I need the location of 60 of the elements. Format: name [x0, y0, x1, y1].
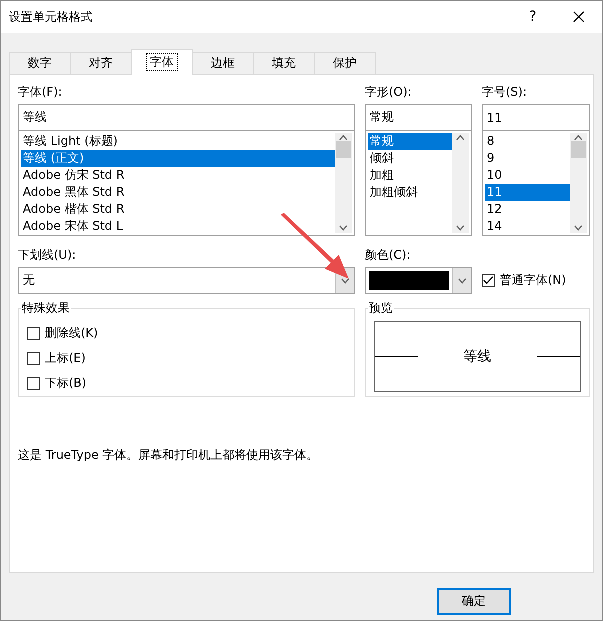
scroll-up-icon[interactable] [456, 135, 465, 141]
scrollbar[interactable] [335, 133, 352, 233]
list-item[interactable]: 加粗倾斜 [368, 184, 452, 201]
color-dropdown[interactable] [365, 267, 472, 294]
checkbox[interactable] [27, 377, 40, 390]
checkbox[interactable] [27, 327, 40, 340]
list-item[interactable]: 11 [485, 184, 570, 201]
list-item[interactable]: 倾斜 [368, 150, 452, 167]
list-item[interactable]: 加粗 [368, 167, 452, 184]
chevron-down-icon[interactable] [340, 278, 350, 284]
list-item[interactable]: 9 [485, 150, 570, 167]
close-icon [573, 11, 585, 23]
tab[interactable]: 数字 [9, 52, 71, 75]
chevron-down-icon[interactable] [458, 278, 466, 284]
underline-dropdown[interactable]: 无 [18, 267, 355, 294]
field-label: 字体(F): [18, 84, 64, 101]
scroll-down-icon[interactable] [574, 225, 583, 231]
list-item[interactable]: Adobe 仿宋 Std R [21, 167, 335, 184]
list-item[interactable]: 常规 [368, 133, 452, 150]
checkbox-label: 上标(E) [45, 350, 86, 367]
list-item[interactable]: 12 [485, 201, 570, 218]
checkbox[interactable] [27, 352, 40, 365]
scroll-down-icon[interactable] [456, 225, 465, 231]
preview-text: 等线 [462, 348, 492, 366]
font-field[interactable]: 等线 [18, 104, 355, 131]
info-text: 这是 TrueType 字体。屏幕和打印机上都将使用该字体。 [18, 447, 320, 464]
tab[interactable]: 字体 [131, 49, 193, 75]
size-field[interactable]: 11 [482, 104, 590, 131]
list-item[interactable]: 10 [485, 167, 570, 184]
scroll-up-icon[interactable] [339, 135, 348, 141]
list-item[interactable]: Adobe 楷体 Std R [21, 201, 335, 218]
window-title: 设置单元格格式 [9, 8, 94, 26]
style-field[interactable]: 常规 [365, 104, 472, 131]
scrollbar[interactable] [570, 133, 587, 233]
scroll-thumb[interactable] [336, 141, 351, 158]
field-label: 颜色(C): [365, 247, 412, 264]
scroll-thumb[interactable] [571, 141, 586, 158]
checkbox-label: 删除线(K) [45, 325, 98, 342]
checkbox-label: 下标(B) [45, 375, 87, 392]
checkbox-label: 普通字体(N) [500, 272, 566, 289]
field-label: 字形(O): [365, 84, 413, 101]
list-item[interactable]: 14 [485, 218, 570, 235]
scroll-down-icon[interactable] [339, 225, 348, 231]
help-button[interactable]: ? [510, 1, 556, 33]
list-item[interactable]: Adobe 宋体 Std L [21, 218, 335, 235]
list-item[interactable]: 等线 (正文) [21, 150, 335, 167]
checkbox[interactable] [482, 274, 495, 287]
field-label: 字号(S): [482, 84, 528, 101]
annotation-arrow [279, 213, 351, 281]
scrollbar[interactable] [452, 133, 469, 233]
group-title: 特殊效果 [21, 300, 71, 317]
group-title: 预览 [368, 300, 394, 317]
field-label: 下划线(U): [18, 247, 78, 264]
list-item[interactable]: 等线 Light (标题) [21, 133, 335, 150]
tab[interactable]: 保护 [314, 52, 376, 75]
list-item[interactable]: Adobe 黑体 Std R [21, 184, 335, 201]
ok-button[interactable]: 确定 [437, 588, 511, 615]
dropdown-button[interactable] [452, 268, 471, 293]
scroll-up-icon[interactable] [574, 135, 583, 141]
list-item[interactable]: 8 [485, 133, 570, 150]
